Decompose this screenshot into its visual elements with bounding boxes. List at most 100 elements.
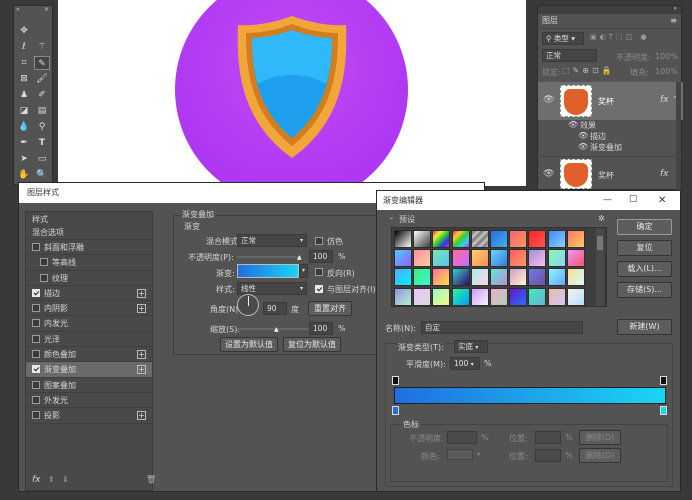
add-style-icon[interactable]: +: [137, 350, 146, 360]
add-style-icon[interactable]: +: [137, 304, 146, 314]
stop-color-location-input[interactable]: [535, 449, 561, 462]
gradient-preset-swatch[interactable]: [470, 287, 489, 306]
gradient-preset-swatch[interactable]: [509, 230, 528, 248]
style-item-checkbox[interactable]: [32, 395, 40, 404]
gradient-preset-swatch[interactable]: [490, 287, 508, 306]
style-item[interactable]: 等高线: [26, 255, 152, 271]
gradient-preset-swatch[interactable]: [394, 268, 412, 287]
ok-button[interactable]: 确定: [617, 219, 672, 235]
style-item[interactable]: 描边 +: [26, 286, 152, 302]
layers-menu-icon[interactable]: ≡: [670, 16, 677, 25]
gradient-preview[interactable]: [237, 264, 299, 278]
presets-chevron-icon[interactable]: ⌄: [389, 214, 394, 221]
color-stop-right[interactable]: [660, 406, 667, 415]
tools-close-icon[interactable]: ×: [44, 6, 49, 13]
style-item[interactable]: 外发光: [26, 393, 152, 409]
layer-opacity-value[interactable]: 100%: [655, 52, 678, 61]
gradient-preset-swatch[interactable]: [394, 249, 412, 268]
scale-slider-thumb[interactable]: ▲: [274, 326, 279, 333]
style-item[interactable]: 光泽: [26, 332, 152, 348]
stop-location-input[interactable]: [535, 431, 561, 444]
layer-filter-select[interactable]: ⚲ 类型 ▾: [542, 32, 584, 45]
fill-value[interactable]: 100%: [655, 67, 678, 76]
stamp-tool-icon[interactable]: ♟: [16, 88, 32, 102]
gradient-preset-swatch[interactable]: [528, 230, 547, 248]
gradient-preset-swatch[interactable]: [470, 249, 489, 268]
tools-collapse-icon[interactable]: «: [16, 6, 20, 13]
gradient-preset-swatch[interactable]: [528, 268, 547, 287]
zoom-tool-icon[interactable]: 🔍: [34, 168, 50, 182]
maximize-icon[interactable]: ☐: [629, 191, 637, 210]
style-item[interactable]: 内发光: [26, 316, 152, 332]
gear-icon[interactable]: ✲: [598, 214, 605, 223]
angle-dial[interactable]: [237, 294, 259, 316]
reset-default-button[interactable]: 复位为默认值: [283, 337, 341, 352]
layer-name[interactable]: 奖杯: [598, 96, 614, 107]
layer-name[interactable]: 奖杯: [598, 170, 614, 181]
add-style-icon[interactable]: +: [137, 411, 146, 421]
stop-color-swatch[interactable]: [447, 449, 473, 460]
gradient-bar[interactable]: [394, 387, 666, 404]
gradient-preset-swatch[interactable]: [509, 249, 528, 268]
gradient-preset-swatch[interactable]: [413, 249, 432, 268]
gradient-type-select[interactable]: 实底 ▾: [454, 340, 488, 353]
gradient-preset-swatch[interactable]: [566, 249, 585, 268]
effect-gradient-row[interactable]: 👁 渐变叠加: [538, 142, 683, 153]
layer-blend-select[interactable]: 正常: [542, 49, 597, 62]
gradient-preset-swatch[interactable]: [432, 230, 451, 248]
name-input[interactable]: 自定: [421, 321, 583, 334]
style-item[interactable]: 纹理: [26, 271, 152, 286]
gradient-preset-swatch[interactable]: [451, 268, 470, 287]
layer-row[interactable]: 👁 奖杯 fx: [538, 156, 683, 191]
move-up-icon[interactable]: ⬆: [48, 475, 55, 484]
layers-collapse-icon[interactable]: »: [673, 5, 677, 12]
dither-checkbox[interactable]: [315, 237, 323, 245]
layers-scrollbar[interactable]: [676, 82, 681, 191]
style-item[interactable]: 内阴影 +: [26, 301, 152, 317]
style-item[interactable]: 图案叠加: [26, 378, 152, 393]
gradient-preset-swatch[interactable]: [528, 249, 547, 268]
gradient-preset-swatch[interactable]: [451, 287, 470, 306]
styles-header[interactable]: 样式: [26, 212, 152, 225]
gradient-preset-swatch[interactable]: [547, 268, 566, 287]
color-stop-left[interactable]: [392, 406, 399, 415]
pen-tool-icon[interactable]: ✒: [16, 136, 32, 150]
opacity-input[interactable]: 100: [309, 250, 333, 263]
history-brush-icon[interactable]: ✐: [34, 88, 50, 102]
load-button[interactable]: 载入(L)...: [617, 261, 672, 277]
lock-icons[interactable]: ⬚✎⊕⊡🔒: [562, 66, 615, 75]
add-style-icon[interactable]: +: [137, 365, 146, 375]
eraser-tool-icon[interactable]: ◪: [16, 104, 32, 118]
fx-icon[interactable]: fx: [660, 169, 669, 179]
magic-wand-tool-icon[interactable]: ⚚: [34, 40, 50, 54]
gradient-preset-swatch[interactable]: [509, 287, 528, 306]
style-item-checkbox[interactable]: [32, 288, 40, 297]
shape-tool-icon[interactable]: ▭: [34, 152, 50, 166]
effect-stroke-eye-icon[interactable]: 👁: [578, 131, 588, 140]
dodge-tool-icon[interactable]: ⚲: [34, 120, 50, 134]
gradient-preset-swatch[interactable]: [413, 287, 432, 306]
style-item-checkbox[interactable]: [40, 258, 48, 267]
blur-tool-icon[interactable]: 💧: [16, 120, 32, 134]
opacity-stop-left[interactable]: [392, 376, 399, 385]
save-button[interactable]: 存储(S)...: [617, 282, 672, 298]
gradient-preset-swatch[interactable]: [394, 230, 412, 248]
layer-row-selected[interactable]: 👁 奖杯 fx ⌃: [538, 82, 683, 120]
smoothness-input[interactable]: 100 ▾: [450, 357, 480, 370]
trash-icon[interactable]: 🗑: [146, 475, 156, 484]
style-item[interactable]: 斜面和浮雕: [26, 240, 152, 256]
gradient-dropdown[interactable]: ▾: [299, 264, 308, 278]
gradient-preset-swatch[interactable]: [432, 268, 451, 287]
effects-row[interactable]: 👁 效果: [538, 120, 683, 131]
effect-gradient-eye-icon[interactable]: 👁: [578, 142, 588, 151]
stop-color-chevron-icon[interactable]: ▾: [477, 451, 480, 458]
gradient-preset-swatch[interactable]: [451, 230, 470, 248]
style-item-checkbox[interactable]: [32, 304, 40, 313]
style-item[interactable]: 颜色叠加 +: [26, 347, 152, 363]
angle-input[interactable]: 90: [263, 302, 287, 315]
style-item[interactable]: 渐变叠加 +: [26, 362, 152, 378]
gradient-preset-swatch[interactable]: [490, 268, 508, 287]
fx-menu-icon[interactable]: fx: [32, 475, 41, 485]
gradient-preset-swatch[interactable]: [470, 230, 489, 248]
blend-options-item[interactable]: 混合选项: [26, 225, 152, 240]
